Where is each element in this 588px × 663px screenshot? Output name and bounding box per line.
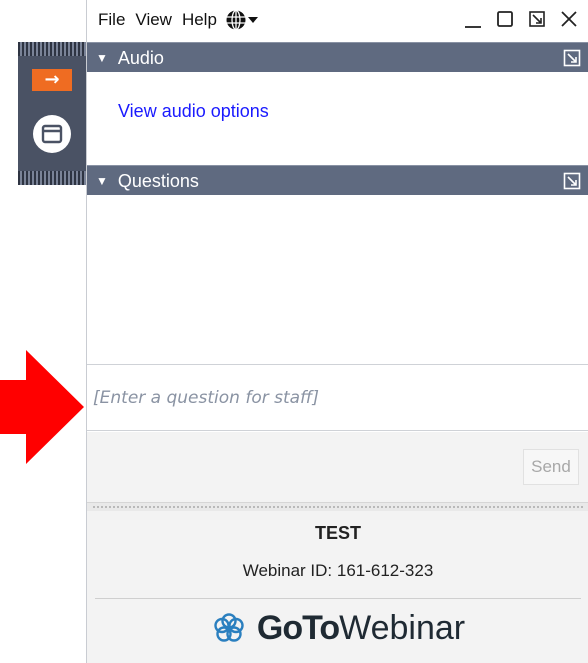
- popout-icon: [563, 49, 581, 67]
- menu-view[interactable]: View: [135, 10, 172, 30]
- gotowebinar-flower-icon: [211, 611, 247, 647]
- audio-section-header[interactable]: ▼ Audio: [87, 42, 588, 73]
- control-panel: File View Help ▼ Audio View audio option…: [86, 0, 588, 663]
- minimize-icon: [465, 26, 481, 28]
- restore-icon: [497, 11, 513, 27]
- restore-button[interactable]: [495, 6, 515, 32]
- window-icon: [41, 124, 63, 144]
- questions-section-header[interactable]: ▼ Questions: [87, 165, 588, 196]
- show-window-button[interactable]: [33, 115, 71, 153]
- view-audio-options-link[interactable]: View audio options: [118, 101, 269, 122]
- window-controls: [463, 6, 579, 32]
- menu-help[interactable]: Help: [182, 10, 217, 30]
- audio-section-body: View audio options: [87, 72, 588, 165]
- audio-popout-button[interactable]: [563, 49, 581, 72]
- questions-log: [87, 195, 588, 364]
- globe-icon: [226, 9, 246, 31]
- drag-handle-bottom[interactable]: [18, 171, 86, 185]
- questions-popout-button[interactable]: [563, 172, 581, 195]
- collapse-panel-button[interactable]: →: [32, 69, 72, 91]
- webinar-info-footer: TEST Webinar ID: 161-612-323 GoTo Webinar: [87, 511, 588, 663]
- drag-handle-top[interactable]: [18, 42, 86, 56]
- control-panel-grab-bar[interactable]: →: [18, 42, 86, 185]
- collapse-triangle-icon: ▼: [96, 51, 108, 65]
- gotowebinar-logo: GoTo Webinar: [87, 609, 588, 648]
- menu-bar: File View Help: [87, 0, 588, 40]
- close-button[interactable]: [559, 6, 579, 32]
- send-area: Send: [87, 432, 588, 502]
- audio-section-title: Audio: [117, 47, 164, 68]
- webinar-title: TEST: [314, 523, 361, 543]
- minimize-button[interactable]: [463, 6, 483, 32]
- red-arrow-icon: [0, 350, 84, 464]
- brand-goto-text: GoTo: [256, 609, 340, 647]
- close-icon: [561, 11, 577, 27]
- menu-file[interactable]: File: [98, 10, 125, 30]
- questions-section-title: Questions: [117, 170, 199, 191]
- webinar-id: Webinar ID: 161-612-323: [242, 561, 434, 580]
- popout-icon: [563, 172, 581, 190]
- question-input[interactable]: [87, 364, 588, 431]
- brand-webinar-text: Webinar: [339, 609, 466, 647]
- send-button[interactable]: Send: [523, 449, 579, 485]
- chevron-down-icon: [247, 17, 258, 23]
- collapse-triangle-icon: ▼: [96, 174, 108, 188]
- arrow-right-icon: →: [44, 69, 60, 90]
- language-button[interactable]: [225, 9, 258, 31]
- popout-icon: [529, 11, 545, 27]
- footer-divider: [95, 598, 581, 599]
- popout-window-button[interactable]: [527, 6, 547, 32]
